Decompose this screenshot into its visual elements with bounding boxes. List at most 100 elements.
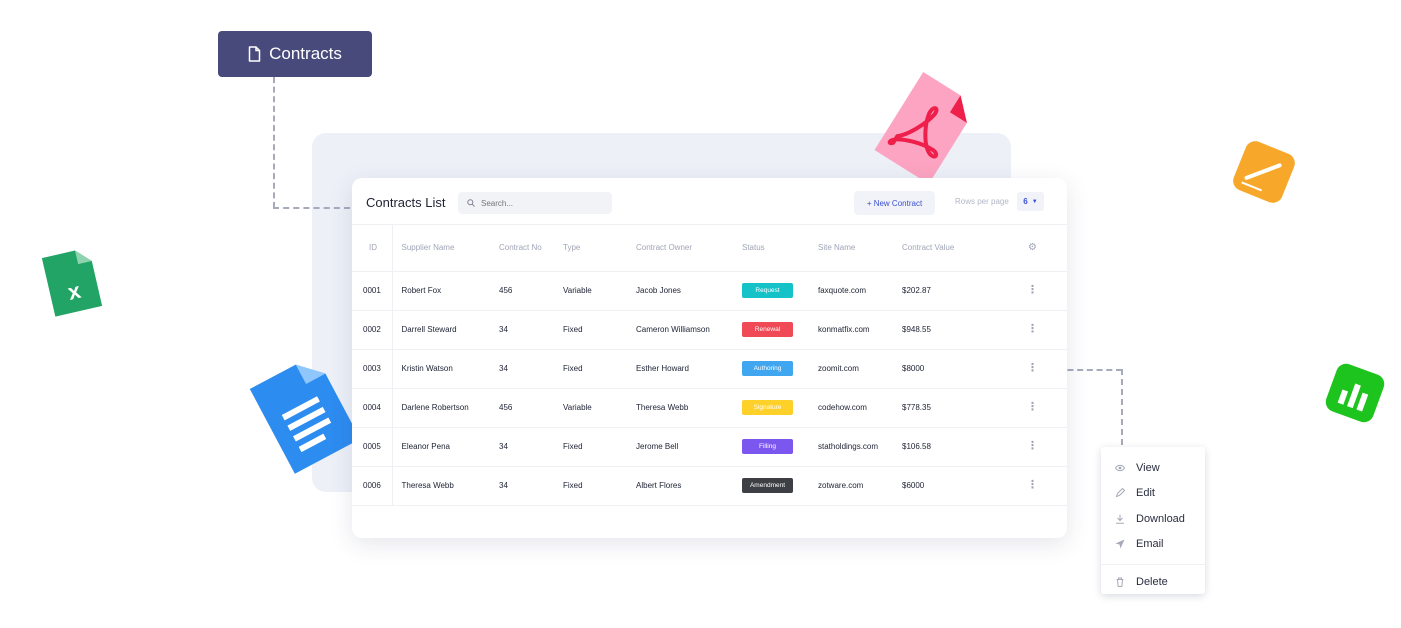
supplier-name: Theresa Webb xyxy=(392,466,499,506)
table-row[interactable]: 0001 Robert Fox 456 Variable Jacob Jones Requ… xyxy=(352,271,1067,311)
search-icon xyxy=(467,199,475,207)
download-icon xyxy=(1115,514,1125,524)
contract-owner: Esther Howard xyxy=(636,349,742,389)
status-cell: Renewal xyxy=(742,310,818,350)
column-header[interactable]: Supplier Name xyxy=(392,225,499,272)
contract-type: Fixed xyxy=(563,466,636,506)
site-name: konmatfix.com xyxy=(818,310,902,350)
eye-icon xyxy=(1115,463,1125,473)
menu-item-edit[interactable]: Edit xyxy=(1101,481,1205,507)
new-contract-button[interactable]: + New Contract xyxy=(854,191,935,215)
contract-no: 34 xyxy=(499,349,563,389)
contract-no: 456 xyxy=(499,388,563,428)
status-badge: Authoring xyxy=(742,361,793,376)
pdf-icon xyxy=(874,72,967,184)
rows-per-page-label: Rows per page xyxy=(955,197,1009,206)
rows-per-page-select[interactable]: 6 ▼ xyxy=(1017,192,1044,211)
table-row[interactable]: 0003 Kristin Watson 34 Fixed Esther Howard Au… xyxy=(352,349,1067,389)
document-icon xyxy=(248,46,261,62)
site-name: faxquote.com xyxy=(818,271,902,311)
menu-item-label: Delete xyxy=(1136,575,1168,588)
badge-label: Contracts xyxy=(269,44,342,63)
contracts-table: ID Supplier Name Contract No Type Contra… xyxy=(352,225,1067,506)
contracts-list-card: Contracts List + New Contract Rows per p… xyxy=(352,178,1067,538)
status-cell: Amendment xyxy=(742,466,818,506)
contract-value: $8000 xyxy=(902,349,1018,389)
settings-gear-icon[interactable]: ⚙ xyxy=(1018,225,1067,272)
contract-owner: Jerome Bell xyxy=(636,427,742,467)
contract-type: Variable xyxy=(563,271,636,311)
menu-item-label: Email xyxy=(1136,538,1164,551)
status-badge: Signature xyxy=(742,400,793,415)
more-vertical-icon[interactable]: ⋮ xyxy=(1027,362,1038,374)
menu-item-label: View xyxy=(1136,461,1160,474)
supplier-name: Eleanor Pena xyxy=(392,427,499,467)
contract-value: $202.87 xyxy=(902,271,1018,311)
site-name: zoomit.com xyxy=(818,349,902,389)
numbers-icon xyxy=(1325,363,1385,423)
column-header[interactable]: Type xyxy=(563,225,636,272)
excel-icon: x xyxy=(41,250,103,317)
menu-item-download[interactable]: Download xyxy=(1101,506,1205,532)
search-input[interactable] xyxy=(481,198,601,208)
menu-item-view[interactable]: View xyxy=(1101,455,1205,481)
connector-line xyxy=(1121,369,1123,445)
supplier-name: Darlene Robertson xyxy=(392,388,499,428)
more-vertical-icon[interactable]: ⋮ xyxy=(1027,284,1038,296)
row-actions-cell: ⋮ xyxy=(1018,349,1067,389)
site-name: codehow.com xyxy=(818,388,902,428)
more-vertical-icon[interactable]: ⋮ xyxy=(1027,401,1038,413)
table-row[interactable]: 0004 Darlene Robertson 456 Variable Theresa … xyxy=(352,388,1067,428)
row-actions-cell: ⋮ xyxy=(1018,271,1067,311)
menu-item-email[interactable]: Email xyxy=(1101,532,1205,558)
table-row[interactable]: 0005 Eleanor Pena 34 Fixed Jerome Bell Fillin… xyxy=(352,427,1067,467)
row-id: 0003 xyxy=(352,349,393,389)
menu-item-label: Download xyxy=(1136,512,1185,525)
more-vertical-icon[interactable]: ⋮ xyxy=(1027,323,1038,335)
pages-icon xyxy=(1233,141,1295,203)
chevron-down-icon: ▼ xyxy=(1031,198,1038,205)
rows-per-page-value: 6 xyxy=(1023,197,1028,206)
send-icon xyxy=(1115,539,1125,549)
supplier-name: Darrell Steward xyxy=(392,310,499,350)
column-header[interactable]: Status xyxy=(742,225,818,272)
supplier-name: Robert Fox xyxy=(392,271,499,311)
row-actions-cell: ⋮ xyxy=(1018,466,1067,506)
menu-divider xyxy=(1101,564,1205,565)
google-docs-icon xyxy=(249,364,361,474)
contract-no: 456 xyxy=(499,271,563,311)
table-header-row: ID Supplier Name Contract No Type Contra… xyxy=(352,225,1067,272)
pencil-icon xyxy=(1115,488,1125,498)
contract-value: $6000 xyxy=(902,466,1018,506)
table-row[interactable]: 0006 Theresa Webb 34 Fixed Albert Flores Amen… xyxy=(352,466,1067,506)
column-header[interactable]: Site Name xyxy=(818,225,902,272)
contract-no: 34 xyxy=(499,310,563,350)
row-id: 0001 xyxy=(352,271,393,311)
contract-owner: Jacob Jones xyxy=(636,271,742,311)
supplier-name: Kristin Watson xyxy=(392,349,499,389)
search-box[interactable] xyxy=(458,192,612,214)
stage: Contracts x Contracts List Search... + N… xyxy=(0,0,1401,628)
contract-type: Fixed xyxy=(563,310,636,350)
more-vertical-icon[interactable]: ⋮ xyxy=(1027,479,1038,491)
site-name: zotware.com xyxy=(818,466,902,506)
column-header[interactable]: Contract Value xyxy=(902,225,1018,272)
contracts-badge[interactable]: Contracts xyxy=(218,31,372,77)
status-badge: Renewal xyxy=(742,322,793,337)
menu-item-label: Edit xyxy=(1136,487,1155,500)
more-vertical-icon[interactable]: ⋮ xyxy=(1027,440,1038,452)
status-cell: Authoring xyxy=(742,349,818,389)
column-header[interactable]: ID xyxy=(352,225,393,272)
row-id: 0004 xyxy=(352,388,393,428)
contract-value: $948.55 xyxy=(902,310,1018,350)
row-actions-cell: ⋮ xyxy=(1018,388,1067,428)
table-row[interactable]: 0002 Darrell Steward 34 Fixed Cameron Willia… xyxy=(352,310,1067,350)
row-action-menu: View Edit Download Email Delete xyxy=(1101,447,1205,594)
column-header[interactable]: Contract No xyxy=(499,225,563,272)
status-cell: Filling xyxy=(742,427,818,467)
status-badge: Request xyxy=(742,283,793,298)
menu-item-delete[interactable]: Delete xyxy=(1101,569,1205,595)
contract-no: 34 xyxy=(499,466,563,506)
column-header[interactable]: Contract Owner xyxy=(636,225,742,272)
contract-owner: Cameron Williamson xyxy=(636,310,742,350)
